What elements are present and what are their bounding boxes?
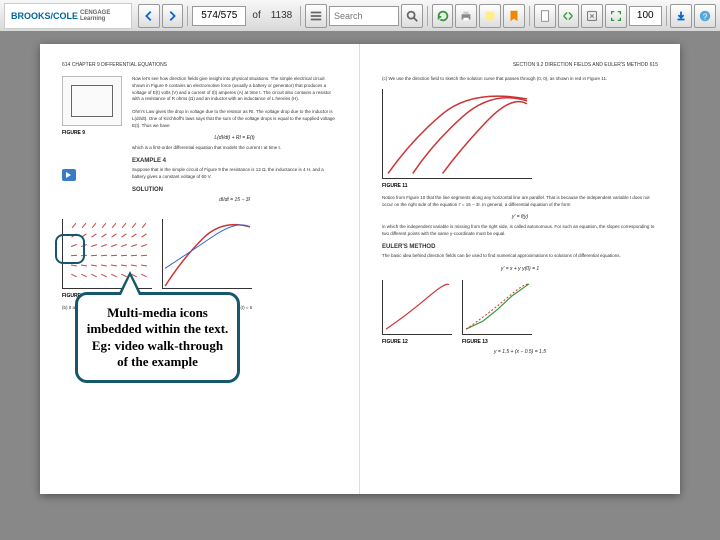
page-of-label: of: [252, 10, 260, 21]
toc-button[interactable]: [305, 4, 327, 28]
divider: [187, 6, 188, 26]
divider: [666, 6, 667, 26]
left-page: 614 CHAPTER 9 DIFFERENTIAL EQUATIONS FIG…: [40, 44, 360, 494]
divider: [427, 6, 428, 26]
page-spread: 614 CHAPTER 9 DIFFERENTIAL EQUATIONS FIG…: [40, 44, 680, 494]
search-button[interactable]: [401, 4, 423, 28]
page-header-right: SECTION 9.2 DIRECTION FIELDS AND EULER'S…: [382, 62, 658, 68]
page-number-input[interactable]: 574/575: [192, 6, 246, 26]
page-total: 1138: [271, 10, 293, 21]
direction-field-large: document.write(Array.from({length:80},(_…: [382, 89, 532, 179]
brand-main: BROOKS/COLE: [11, 11, 78, 21]
fit-button[interactable]: [581, 4, 603, 28]
example-heading: EXAMPLE 4: [132, 158, 337, 164]
nav-button[interactable]: [558, 4, 580, 28]
figure-12-label: FIGURE 12: [382, 339, 452, 345]
annotation-callout: Multi-media icons imbedded within the te…: [75, 292, 240, 383]
euler-plot-2: [462, 280, 532, 335]
new-doc-button[interactable]: [534, 4, 556, 28]
divider: [300, 6, 301, 26]
page-viewer: 614 CHAPTER 9 DIFFERENTIAL EQUATIONS FIG…: [0, 32, 720, 540]
right-page: SECTION 9.2 DIRECTION FIELDS AND EULER'S…: [360, 44, 680, 494]
euler-plot-1: [382, 280, 452, 335]
figure-13-label: FIGURE 13: [462, 339, 532, 345]
brand-sub: CENGAGE Learning: [80, 10, 125, 22]
paragraph: Now let's see how direction fields give …: [132, 76, 337, 103]
paragraph: The basic idea behind direction fields c…: [382, 253, 658, 260]
solution-curve-plot: [162, 219, 252, 289]
paragraph: Ohm's Law gives the drop in voltage due …: [132, 109, 337, 129]
solution-heading: SOLUTION: [132, 187, 337, 193]
svg-text:?: ?: [703, 12, 708, 21]
euler-heading: EULER'S METHOD: [382, 244, 658, 250]
example-text: Suppose that in the simple circuit of Fi…: [132, 167, 337, 181]
formula: y' = x + y y(0) = 1: [382, 266, 658, 272]
callout-text: Multi-media icons imbedded within the te…: [86, 305, 229, 370]
paragraph: (c) We use the direction field to sketch…: [382, 76, 658, 83]
brand-logo: BROOKS/COLE CENGAGE Learning: [4, 3, 132, 29]
paragraph: which is a first-order differential equa…: [132, 145, 337, 152]
figure-11-label-r: FIGURE 11: [382, 183, 658, 189]
divider: [529, 6, 530, 26]
note-button[interactable]: [479, 4, 501, 28]
paragraph: in which the independent variable is mis…: [382, 224, 658, 238]
fullscreen-button[interactable]: [605, 4, 627, 28]
download-button[interactable]: [670, 4, 692, 28]
page-header-left: 614 CHAPTER 9 DIFFERENTIAL EQUATIONS: [62, 62, 337, 68]
formula: y' = f(y): [382, 214, 658, 220]
video-icon[interactable]: [62, 169, 76, 181]
formula: y = 1.5 + (x − 0.5) = 1.5: [382, 349, 658, 355]
search-input[interactable]: [329, 6, 399, 26]
formula: dI/dt = 15 − 3I: [132, 197, 337, 203]
zoom-input[interactable]: 100: [629, 6, 662, 26]
next-page-button[interactable]: [162, 4, 184, 28]
toolbar: BROOKS/COLE CENGAGE Learning 574/575 of …: [0, 0, 720, 32]
bookmark-button[interactable]: [503, 4, 525, 28]
paragraph: Notice from Figure 10 that the line segm…: [382, 195, 658, 209]
formula: L(dI/dt) + RI = E(t): [132, 135, 337, 141]
callout-target-marker: [55, 234, 85, 264]
circuit-diagram: [62, 76, 122, 126]
refresh-button[interactable]: [432, 4, 454, 28]
help-button[interactable]: ?: [694, 4, 716, 28]
print-button[interactable]: [455, 4, 477, 28]
prev-page-button[interactable]: [138, 4, 160, 28]
